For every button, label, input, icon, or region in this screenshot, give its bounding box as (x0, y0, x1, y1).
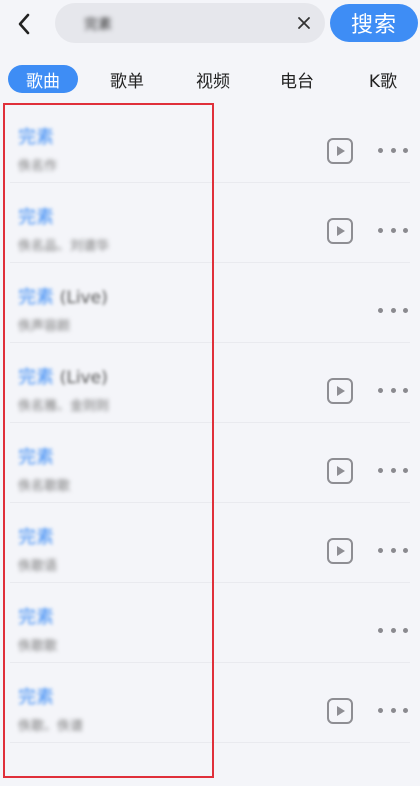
top-bar: 完素 搜索 (0, 0, 420, 48)
more-icon (390, 708, 396, 713)
more-options-button[interactable] (378, 308, 408, 314)
song-title-text: 完素 (18, 207, 54, 228)
play-mv-button[interactable] (327, 458, 353, 484)
more-icon (378, 308, 383, 313)
play-icon (337, 386, 345, 396)
more-icon (403, 548, 408, 553)
more-icon (378, 708, 383, 713)
more-icon (390, 388, 396, 393)
play-icon (337, 466, 345, 476)
row-divider (10, 742, 410, 743)
play-icon (337, 146, 345, 156)
more-icon (378, 148, 383, 153)
back-button[interactable] (8, 8, 40, 40)
song-artist: 佚声容颜 (18, 319, 71, 334)
song-title-text: 完素 (18, 287, 54, 308)
song-artist: 佚歌、佚谱 (18, 719, 84, 734)
song-row[interactable]: 完素 佚名作 (0, 103, 420, 183)
song-artist: 佚歌语 (18, 559, 58, 574)
tab-radio[interactable]: 电台 (267, 65, 327, 93)
more-icon (403, 308, 408, 313)
more-options-button[interactable] (378, 388, 408, 394)
more-icon (378, 228, 383, 233)
more-icon (378, 548, 383, 553)
song-artist: 佚名雅、金则则 (18, 399, 110, 414)
play-mv-button[interactable] (327, 538, 353, 564)
more-icon (390, 148, 396, 153)
song-title: 完素 (18, 603, 54, 629)
song-row[interactable]: 完素 佚歌、佚谱 (0, 663, 420, 743)
category-tabs: 歌曲 歌单 视频 电台 K歌 (0, 58, 420, 98)
song-artist: 佚名品、刘谱华 (18, 239, 110, 254)
song-tag: (Live) (59, 368, 108, 388)
more-icon (390, 628, 396, 633)
play-icon (337, 546, 345, 556)
song-row[interactable]: 完素 佚歌歌 (0, 583, 420, 663)
more-icon (403, 628, 408, 633)
search-input[interactable]: 完素 (55, 3, 325, 43)
play-mv-button[interactable] (327, 378, 353, 404)
song-artist: 佚歌歌 (18, 639, 58, 654)
more-icon (390, 228, 396, 233)
more-icon (403, 228, 408, 233)
more-options-button[interactable] (378, 148, 408, 154)
more-options-button[interactable] (378, 548, 408, 554)
song-row[interactable]: 完素 (Live) 佚名雅、金则则 (0, 343, 420, 423)
song-title: 完素 (18, 683, 54, 709)
more-icon (378, 468, 383, 473)
song-artist: 佚名歌歌 (18, 479, 71, 494)
song-title-text: 完素 (18, 127, 54, 148)
more-icon (378, 388, 383, 393)
song-title-text: 完素 (18, 607, 54, 628)
more-icon (403, 148, 408, 153)
search-query-text: 完素 (84, 17, 112, 33)
more-options-button[interactable] (378, 708, 408, 714)
song-title-text: 完素 (18, 367, 54, 388)
more-icon (403, 468, 408, 473)
chevron-left-icon (18, 13, 30, 35)
song-tag: (Live) (59, 288, 108, 308)
more-options-button[interactable] (378, 468, 408, 474)
play-mv-button[interactable] (327, 218, 353, 244)
tab-playlists[interactable]: 歌单 (97, 65, 157, 93)
close-icon (298, 17, 310, 29)
more-icon (390, 468, 396, 473)
song-row[interactable]: 完素 (Live) 佚声容颜 (0, 263, 420, 343)
more-icon (403, 708, 408, 713)
song-row[interactable]: 完素 佚歌语 (0, 503, 420, 583)
play-mv-button[interactable] (327, 138, 353, 164)
song-artist: 佚名作 (18, 159, 58, 174)
more-icon (390, 308, 396, 313)
play-icon (337, 706, 345, 716)
song-title-text: 完素 (18, 527, 54, 548)
song-row[interactable]: 完素 佚名歌歌 (0, 423, 420, 503)
tab-videos[interactable]: 视频 (183, 65, 243, 93)
more-options-button[interactable] (378, 228, 408, 234)
clear-search-button[interactable] (295, 14, 313, 32)
play-icon (337, 226, 345, 236)
play-mv-button[interactable] (327, 698, 353, 724)
more-icon (390, 548, 396, 553)
search-button[interactable]: 搜索 (330, 4, 418, 42)
song-title: 完素 (18, 443, 54, 469)
song-title: 完素 (Live) (18, 283, 108, 309)
tab-karaoke[interactable]: K歌 (353, 65, 413, 93)
song-title-text: 完素 (18, 447, 54, 468)
song-list: 完素 佚名作 完素 佚名品、刘谱华 完素 (Live) 佚声容颜 完素 (Live) 佚名雅、… (0, 103, 420, 743)
song-title: 完素 (18, 203, 54, 229)
song-title: 完素 (18, 523, 54, 549)
tab-songs[interactable]: 歌曲 (8, 65, 78, 93)
song-row[interactable]: 完素 佚名品、刘谱华 (0, 183, 420, 263)
more-icon (403, 388, 408, 393)
song-title: 完素 (Live) (18, 363, 108, 389)
song-title: 完素 (18, 123, 54, 149)
song-title-text: 完素 (18, 687, 54, 708)
more-options-button[interactable] (378, 628, 408, 634)
more-icon (378, 628, 383, 633)
